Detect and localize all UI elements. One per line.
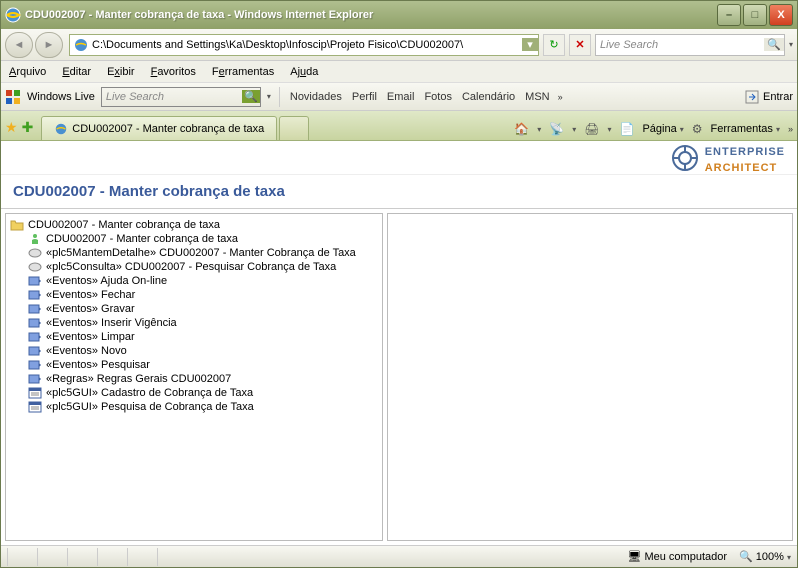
search-button[interactable]: 🔍 xyxy=(764,38,784,51)
tree-item-label: «Eventos» Pesquisar xyxy=(46,359,150,371)
tab-bar: ★ ✚ CDU002007 - Manter cobrança de taxa … xyxy=(1,111,797,141)
entrar-link[interactable]: Entrar xyxy=(763,91,793,103)
search-options-dropdown[interactable]: ▾ xyxy=(789,40,793,49)
tree-item-label: «Eventos» Limpar xyxy=(46,331,135,343)
tree-item[interactable]: «plc5GUI» Cadastro de Cobrança de Taxa xyxy=(10,386,378,400)
address-text: C:\Documents and Settings\Ka\Desktop\Inf… xyxy=(92,39,522,51)
tree-item[interactable]: CDU002007 - Manter cobrança de taxa xyxy=(10,232,378,246)
tree-item[interactable]: «Eventos» Gravar xyxy=(10,302,378,316)
minimize-button[interactable]: – xyxy=(717,4,741,26)
calendario-link[interactable]: Calendário xyxy=(460,91,517,103)
ea-header: ENTERPRISEARCHITECT xyxy=(1,141,797,175)
menu-exibir[interactable]: Exibir xyxy=(107,66,135,78)
menu-favoritos[interactable]: Favoritos xyxy=(151,66,196,78)
status-bar: 🖥 Meu computador 🔍 100% ▾ xyxy=(1,545,797,567)
search-placeholder: Live Search xyxy=(596,39,764,51)
tree-item[interactable]: CDU002007 - Manter cobrança de taxa xyxy=(10,218,378,232)
windows-live-label: Windows Live xyxy=(27,91,95,103)
tree-item[interactable]: «Eventos» Ajuda On-line xyxy=(10,274,378,288)
zone-indicator: 🖥 Meu computador xyxy=(627,550,727,563)
tree-item[interactable]: «Regras» Regras Gerais CDU002007 xyxy=(10,372,378,386)
feeds-dropdown[interactable]: ▾ xyxy=(572,125,576,134)
tree-item[interactable]: «Eventos» Fechar xyxy=(10,288,378,302)
tree-item-label: «Regras» Regras Gerais CDU002007 xyxy=(46,373,231,385)
tree-item[interactable]: «Eventos» Inserir Vigência xyxy=(10,316,378,330)
page-heading: CDU002007 - Manter cobrança de taxa xyxy=(1,175,797,209)
tab-active[interactable]: CDU002007 - Manter cobrança de taxa xyxy=(41,116,277,140)
window-title: CDU002007 - Manter cobrança de taxa - Wi… xyxy=(25,9,715,21)
add-favorite-icon[interactable]: ✚ xyxy=(22,119,34,136)
menu-ferramentas[interactable]: Ferramentas xyxy=(212,66,274,78)
favorites-icon[interactable]: ★ xyxy=(5,119,18,136)
toolbar-overflow[interactable]: » xyxy=(558,92,563,102)
tree-item[interactable]: «plc5GUI» Pesquisa de Cobrança de Taxa xyxy=(10,400,378,414)
tabbar-overflow[interactable]: » xyxy=(788,124,793,134)
new-tab-button[interactable] xyxy=(279,116,309,140)
page-icon[interactable]: 📄 xyxy=(619,122,634,136)
live-search-dropdown[interactable]: ▾ xyxy=(267,92,271,101)
fotos-link[interactable]: Fotos xyxy=(422,91,454,103)
windows-live-icon xyxy=(5,89,21,105)
search-box[interactable]: Live Search 🔍 xyxy=(595,34,785,56)
ea-logo-icon xyxy=(671,144,699,172)
nav-toolbar: ◄ ► C:\Documents and Settings\Ka\Desktop… xyxy=(1,29,797,61)
home-icon[interactable]: 🏠 xyxy=(514,122,529,136)
titlebar: CDU002007 - Manter cobrança de taxa - Wi… xyxy=(1,1,797,29)
ie-icon xyxy=(73,37,89,53)
forward-button[interactable]: ► xyxy=(35,32,63,58)
stop-button[interactable]: ✕ xyxy=(569,34,591,56)
close-button[interactable]: X xyxy=(769,4,793,26)
tools-icon[interactable]: ⚙ xyxy=(692,122,703,136)
maximize-button[interactable]: □ xyxy=(743,4,767,26)
email-link[interactable]: Email xyxy=(385,91,417,103)
tree-item-label: CDU002007 - Manter cobrança de taxa xyxy=(28,219,220,231)
menu-ajuda[interactable]: Ajuda xyxy=(290,66,318,78)
print-icon[interactable]: 🖨 xyxy=(584,122,599,136)
tree-item-label: «Eventos» Ajuda On-line xyxy=(46,275,167,287)
tools-menu[interactable]: Ferramentas ▾ xyxy=(711,123,780,135)
menu-arquivo[interactable]: Arquivo xyxy=(9,66,46,78)
tree-item-label: «plc5MantemDetalhe» CDU002007 - Manter C… xyxy=(46,247,356,259)
ie-icon xyxy=(54,122,68,136)
print-dropdown[interactable]: ▾ xyxy=(607,125,611,134)
menu-editar[interactable]: Editar xyxy=(62,66,91,78)
tree-item-label: «Eventos» Gravar xyxy=(46,303,135,315)
home-dropdown[interactable]: ▾ xyxy=(537,125,541,134)
tree-item-label: CDU002007 - Manter cobrança de taxa xyxy=(46,233,238,245)
ie-icon xyxy=(5,7,21,23)
perfil-link[interactable]: Perfil xyxy=(350,91,379,103)
address-dropdown[interactable]: ▾ xyxy=(522,38,538,51)
tree-item-label: «plc5Consulta» CDU002007 - Pesquisar Cob… xyxy=(46,261,336,273)
refresh-button[interactable]: ↻ xyxy=(543,34,565,56)
tree-item-label: «plc5GUI» Pesquisa de Cobrança de Taxa xyxy=(46,401,254,413)
back-button[interactable]: ◄ xyxy=(5,32,33,58)
tree-item-label: «Eventos» Novo xyxy=(46,345,127,357)
tree-item-label: «Eventos» Inserir Vigência xyxy=(46,317,177,329)
live-search-placeholder: Live Search xyxy=(102,91,242,103)
windows-live-toolbar: Windows Live Live Search 🔍 ▾ Novidades P… xyxy=(1,83,797,111)
tree-panel: CDU002007 - Manter cobrança de taxa CDU00… xyxy=(5,213,383,541)
msn-link[interactable]: MSN xyxy=(523,91,551,103)
live-search-button[interactable]: 🔍 xyxy=(242,90,260,103)
tree-item[interactable]: «plc5MantemDetalhe» CDU002007 - Manter C… xyxy=(10,246,378,260)
tree-item-label: «plc5GUI» Cadastro de Cobrança de Taxa xyxy=(46,387,253,399)
page-menu[interactable]: Página ▾ xyxy=(642,123,683,135)
tree-item-label: «Eventos» Fechar xyxy=(46,289,135,301)
tree-item[interactable]: «Eventos» Novo xyxy=(10,344,378,358)
feeds-icon[interactable]: 📡 xyxy=(549,122,564,136)
tree-item[interactable]: «Eventos» Limpar xyxy=(10,330,378,344)
menu-bar: Arquivo Editar Exibir Favoritos Ferramen… xyxy=(1,61,797,83)
signin-icon xyxy=(745,90,759,104)
ea-logo: ENTERPRISEARCHITECT xyxy=(671,142,785,174)
novidades-link[interactable]: Novidades xyxy=(288,91,344,103)
tab-title: CDU002007 - Manter cobrança de taxa xyxy=(72,123,264,135)
content-area: ENTERPRISEARCHITECT CDU002007 - Manter c… xyxy=(1,141,797,545)
zoom-control[interactable]: 🔍 100% ▾ xyxy=(739,550,791,563)
address-bar[interactable]: C:\Documents and Settings\Ka\Desktop\Inf… xyxy=(69,34,539,56)
live-search-input[interactable]: Live Search 🔍 xyxy=(101,87,261,107)
tree-item[interactable]: «Eventos» Pesquisar xyxy=(10,358,378,372)
detail-panel xyxy=(387,213,793,541)
tree-item[interactable]: «plc5Consulta» CDU002007 - Pesquisar Cob… xyxy=(10,260,378,274)
